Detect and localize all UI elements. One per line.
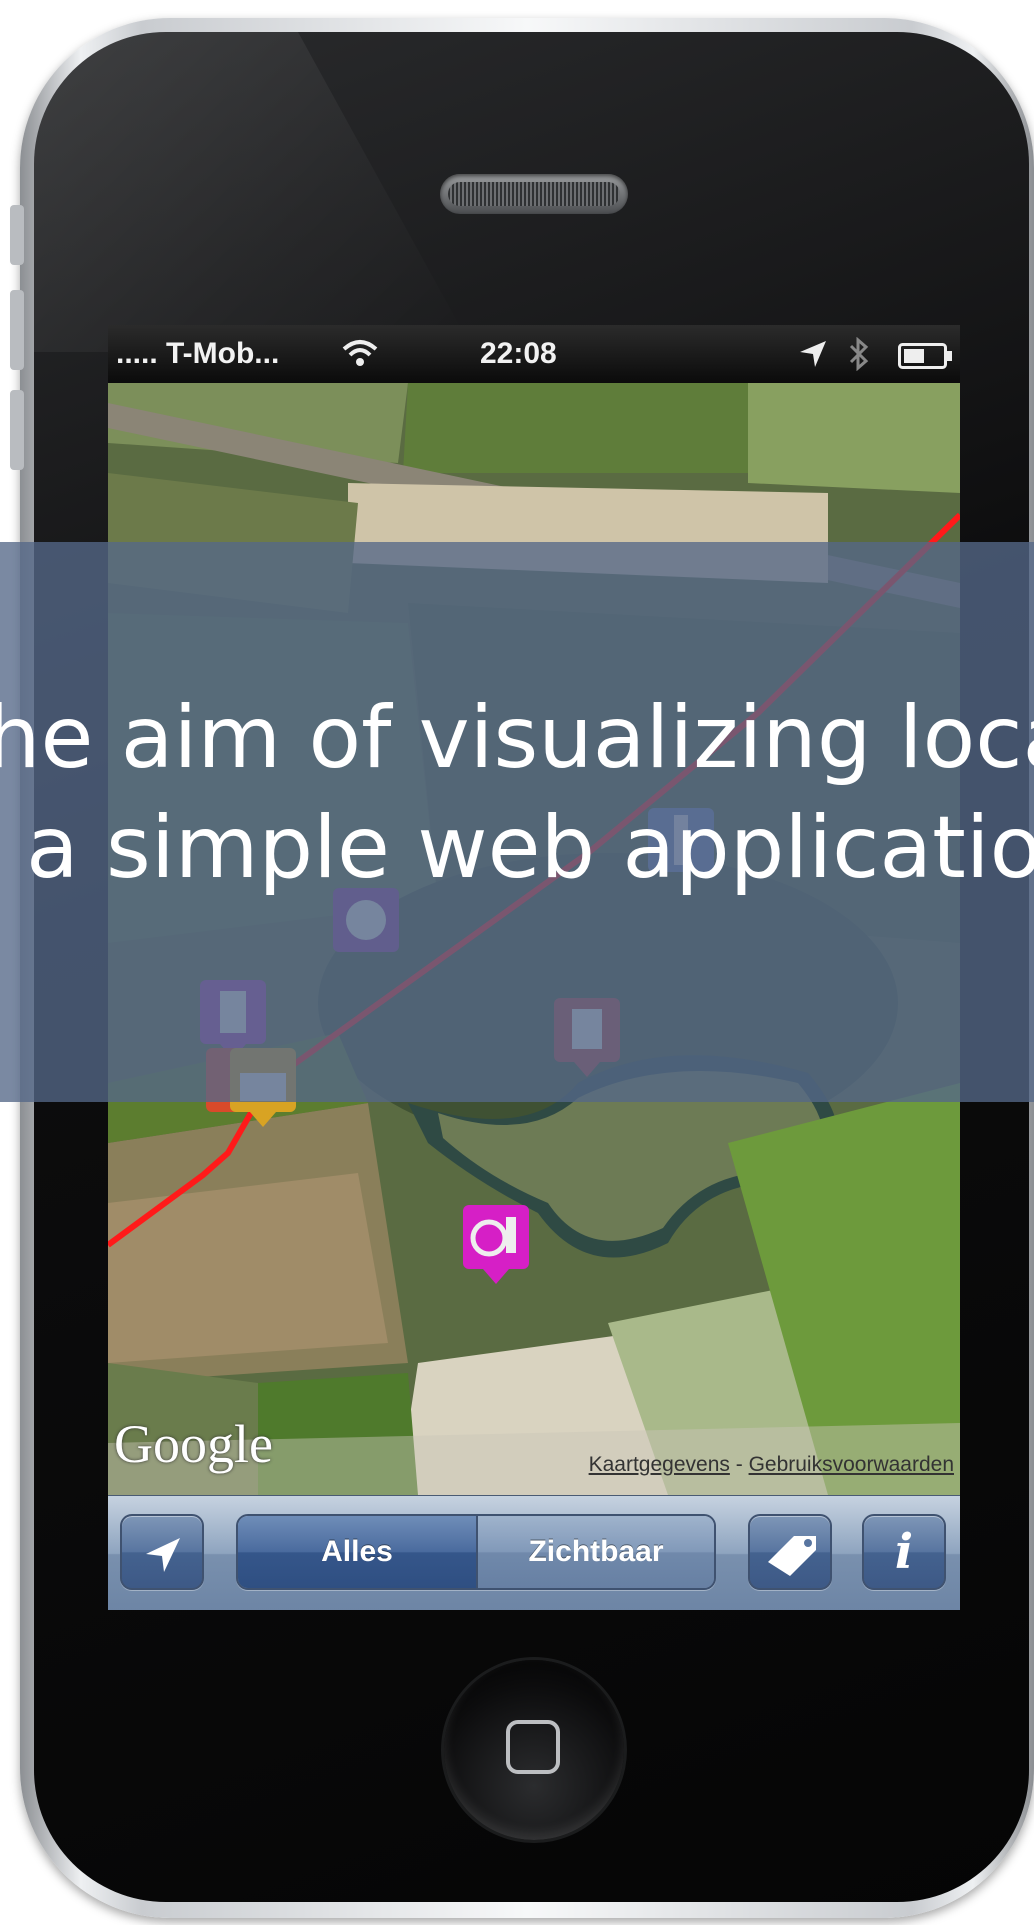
location-arrow-icon: [798, 339, 828, 379]
filter-segmented-control: Alles Zichtbaar: [236, 1514, 716, 1590]
tag-button[interactable]: [748, 1514, 832, 1590]
clock-time: 22:08: [480, 337, 557, 370]
info-button[interactable]: i: [862, 1514, 946, 1590]
mute-switch: [10, 205, 24, 265]
segment-all[interactable]: Alles: [238, 1516, 478, 1588]
home-button[interactable]: [444, 1660, 624, 1840]
terms-link[interactable]: Gebruiksvoorwaarden: [749, 1453, 954, 1476]
locate-button[interactable]: [120, 1514, 204, 1590]
earpiece-speaker: [440, 174, 628, 214]
home-square-icon: [506, 1720, 560, 1774]
attribution-separator: -: [729, 1453, 749, 1476]
status-bar: ..... T-Mob... 22:08: [108, 325, 960, 383]
info-icon: i: [894, 1524, 914, 1580]
caption-line-2: a simple web applicatio: [26, 798, 1034, 898]
location-arrow-icon: [146, 1538, 180, 1572]
wifi-icon: [340, 337, 380, 379]
google-logo: Google: [114, 1414, 273, 1474]
moon-icon: [448, 339, 472, 381]
volume-up-button: [10, 290, 24, 370]
bluetooth-icon: [848, 336, 870, 381]
segment-visible[interactable]: Zichtbaar: [478, 1516, 714, 1588]
map-data-link[interactable]: Kaartgegevens: [589, 1453, 730, 1476]
battery-icon: [898, 341, 954, 379]
map-attribution: Kaartgegevens - Gebruiksvoorwaarden: [589, 1453, 954, 1477]
bottom-toolbar: Alles Zichtbaar i: [108, 1495, 960, 1610]
caption-line-1: he aim of visualizing loca: [0, 688, 1034, 788]
tag-icon: [768, 1536, 816, 1576]
caption-overlay: he aim of visualizing loca a simple web …: [0, 542, 1034, 1102]
carrier-label: ..... T-Mob...: [116, 337, 280, 370]
volume-down-button: [10, 390, 24, 470]
